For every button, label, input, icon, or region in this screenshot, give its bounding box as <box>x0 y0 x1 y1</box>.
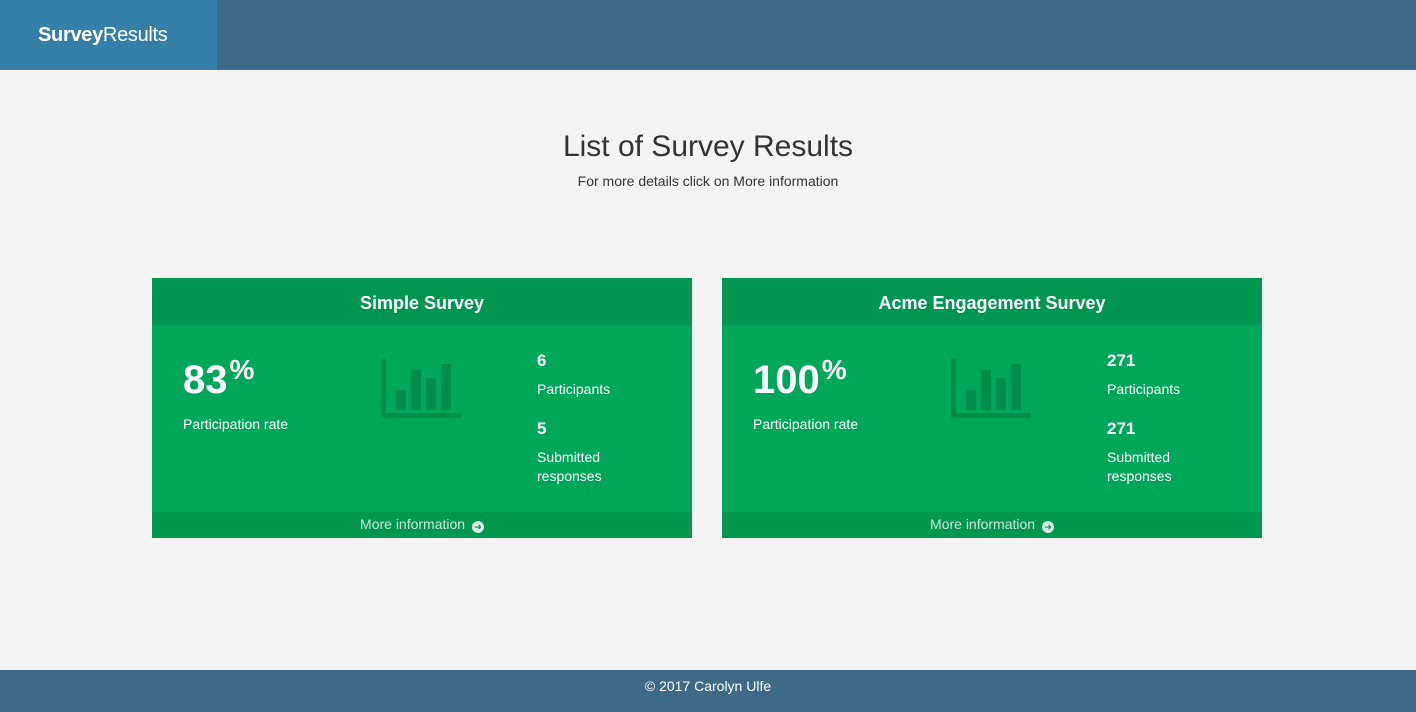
main-content: List of Survey Results For more details … <box>0 70 1416 670</box>
submitted-count: 271 <box>1107 419 1136 438</box>
page-title: List of Survey Results <box>562 130 854 163</box>
page-subtitle: For more details click on More informati… <box>577 173 839 189</box>
brand-bold-text: Survey <box>38 24 103 46</box>
more-information-link[interactable]: More information ➜ <box>152 512 692 538</box>
participants-count: 271 <box>1107 351 1136 370</box>
survey-card: Acme Engagement Survey 100% Participatio… <box>722 278 1262 538</box>
brand-logo-link[interactable]: SurveyResults <box>0 0 217 70</box>
bar-chart-icon <box>381 358 461 418</box>
participation-rate-label: Participation rate <box>183 416 289 432</box>
survey-card: Simple Survey 83% Participation rate 6 P… <box>152 278 692 538</box>
top-navbar: SurveyResults <box>0 0 1416 70</box>
page-footer: © 2017 Carolyn Ulfe <box>0 670 1416 712</box>
copyright-text: © 2017 Carolyn Ulfe <box>644 678 772 694</box>
participation-rate-value: 100% <box>753 354 847 402</box>
participation-rate-value: 83% <box>183 354 255 402</box>
brand-light-text: Results <box>102 24 168 46</box>
submitted-label: Submitted responses <box>1107 449 1172 484</box>
participants-label: Participants <box>1107 381 1181 397</box>
participants-label: Participants <box>537 381 611 397</box>
arrow-circle-right-icon: ➜ <box>471 521 484 533</box>
survey-card-title: Simple Survey <box>152 278 692 325</box>
arrow-circle-right-icon: ➜ <box>1041 521 1054 533</box>
submitted-label: Submitted responses <box>537 449 602 484</box>
bar-chart-icon <box>951 358 1031 418</box>
participants-count: 6 <box>537 351 547 370</box>
participation-rate-label: Participation rate <box>753 416 859 432</box>
survey-card-title: Acme Engagement Survey <box>722 278 1262 325</box>
more-information-link[interactable]: More information ➜ <box>722 512 1262 538</box>
submitted-count: 5 <box>537 419 547 438</box>
